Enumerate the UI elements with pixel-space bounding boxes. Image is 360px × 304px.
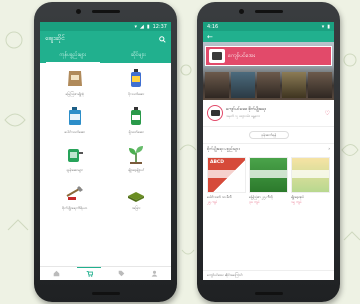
category-label: မြေဩဇာမျိုးစုံ [65, 92, 84, 96]
shop-signboard: ကျော်ပင်အေး [205, 46, 332, 66]
product-list: ABCD ပေါင်းသတ် ၁၀ မီလီ ၂၅ ကျပ် မြေဩဇာ ၂၅… [203, 154, 334, 208]
left-screen: ▾ ◢ ▮ 12:37 ဈေးဆိုင် ကုန်ပစ္စည်းများ ဆို… [40, 22, 171, 280]
cart-icon [86, 270, 93, 277]
front-camera [76, 9, 81, 14]
shop-banner-photo: ကျော်ပင်အေး [203, 42, 334, 100]
shop-avatar [207, 105, 223, 121]
category-pesticide[interactable]: ပိုးသတ်ဆေး [106, 68, 168, 106]
right-screen: 4:16 ▾ ▮ ← ကျော်ပင်အေး ကျော်ပင်အေး စိုက်… [203, 22, 334, 280]
products-section-header: စိုက်ပျိုးရေး ပစ္စည်းများ › [203, 143, 334, 154]
tab-label: ဆိုင်များ [130, 51, 146, 58]
shop-address: အမှတ် ၁၂ ဈေးလမ်း၊ မန္တလေး [226, 114, 261, 118]
fertilizer-bag-icon [67, 71, 82, 86]
app-bar: ← [203, 31, 334, 42]
product-price: ၁၅ ကျပ် [291, 200, 302, 204]
left-phone: ▾ ◢ ▮ 12:37 ဈေးဆိုင် ကုန်ပစ္စည်းများ ဆို… [34, 2, 177, 302]
bottom-nav [40, 266, 171, 280]
heart-icon[interactable]: ♡ [325, 110, 330, 117]
product-image [291, 157, 330, 193]
nav-shop[interactable] [77, 266, 102, 280]
product-image: ABCD [207, 157, 246, 193]
home-icon [53, 270, 60, 277]
category-herbicide[interactable]: ပေါင်းသတ်ဆေး [44, 106, 106, 144]
category-grid: မြေဩဇာမျိုးစုံ ပိုးသတ်ဆေး ပေါင်းသတ်ဆေး မ… [40, 63, 171, 220]
tab-label: ကုန်ပစ္စည်းများ [59, 51, 86, 58]
category-label: ပေါင်းသတ်ဆေး [64, 130, 86, 134]
section-title: စိုက်ပျိုးရေး ပစ္စည်းများ [207, 146, 240, 151]
battery-icon: ▮ [327, 23, 330, 30]
back-arrow-icon[interactable]: ← [207, 33, 213, 41]
profile-icon [151, 270, 158, 277]
tab-products[interactable]: ကုန်ပစ္စည်းများ [40, 47, 106, 63]
nav-home[interactable] [48, 268, 64, 280]
category-label: ပိုးသတ်ဆေး [128, 92, 145, 96]
other-package-icon [128, 192, 145, 202]
status-bar: ▾ ◢ ▮ 12:37 [40, 22, 171, 31]
seedling-icon [129, 146, 144, 164]
product-price: ၂၅ ကျပ် [207, 200, 218, 204]
product-card[interactable]: ABCD ပေါင်းသတ် ၁၀ မီလီ ၂၅ ကျပ် [207, 157, 246, 205]
product-brand: ABCD [210, 160, 224, 165]
shop-sign-text: ကျော်ပင်အေး [228, 53, 255, 59]
shop-about-link[interactable]: ကျော်ပင်အေး ဆိုင်အကြောင်း [203, 270, 334, 280]
store-shelves [203, 70, 334, 100]
product-price: ၃၀ ကျပ် [249, 200, 260, 204]
category-fertilizer[interactable]: မြေဩဇာမျိုးစုံ [44, 68, 106, 106]
wifi-icon: ▾ [321, 23, 325, 30]
product-image [249, 157, 288, 193]
shop-info: ကျော်ပင်အေး စိုက်ပျိုးရေး အမှတ် ၁၂ ဈေးလမ… [203, 100, 334, 127]
category-seeds[interactable]: မျိုးစေ့မျိုးပင် [106, 144, 168, 182]
call-shop-button[interactable]: ဖုန်းဆက်ရန် [248, 131, 289, 139]
category-sprayer[interactable]: ဖျန်းဆေးများ [44, 144, 106, 182]
farm-tool-icon [66, 186, 83, 200]
earpiece [91, 10, 120, 13]
nav-deals[interactable] [114, 268, 130, 280]
shop-name: ကျော်ပင်အေး စိုက်ပျိုးရေး [226, 107, 266, 112]
category-label: စိုက်ပျိုးရေးကိရိယာ [62, 206, 88, 210]
category-label: မှိုသတ်ဆေး [128, 130, 144, 134]
chevron-right-icon[interactable]: › [328, 146, 330, 152]
tag-icon [119, 270, 125, 277]
tab-shops[interactable]: ဆိုင်များ [106, 47, 172, 63]
category-other[interactable]: အခြား [106, 182, 168, 220]
shop-logo [209, 49, 225, 63]
status-bar: 4:16 ▾ ▮ [203, 22, 334, 31]
right-phone: 4:16 ▾ ▮ ← ကျော်ပင်အေး ကျော်ပင်အေး စိုက်… [197, 2, 340, 302]
category-tools[interactable]: စိုက်ပျိုးရေးကိရိယာ [44, 182, 106, 220]
category-fungicide[interactable]: မှိုသတ်ဆေး [106, 106, 168, 144]
sprayer-tank-icon [67, 149, 83, 162]
tab-bar: ကုန်ပစ္စည်းများ ဆိုင်များ [40, 47, 171, 63]
app-bar: ဈေးဆိုင် [40, 31, 171, 47]
product-card[interactable]: မျိုးစေ့ထုပ် ၁၅ ကျပ် [291, 157, 330, 205]
wifi-icon: ▾ [134, 23, 137, 30]
product-card[interactable]: မြေဩဇာ ၂၅ ကီလို ၃၀ ကျပ် [249, 157, 288, 205]
category-label: အခြား [132, 206, 141, 210]
bottom-speaker [254, 292, 283, 295]
earpiece [254, 10, 283, 13]
herbicide-can-icon [68, 107, 81, 125]
category-label: ဖျန်းဆေးများ [66, 168, 84, 172]
status-time: 4:16 [207, 23, 219, 30]
battery-icon: ▮ [146, 23, 150, 30]
search-icon[interactable] [159, 35, 166, 43]
category-label: မျိုးစေ့မျိုးပင် [128, 168, 145, 172]
signal-icon: ◢ [139, 23, 144, 30]
fungicide-bottle-icon [131, 107, 142, 125]
front-camera [239, 9, 244, 14]
status-time: 12:37 [152, 23, 167, 30]
page-title: ဈေးဆိုင် [45, 34, 65, 42]
bottom-speaker [91, 292, 120, 295]
nav-profile[interactable] [147, 268, 163, 280]
pesticide-bottle-icon [131, 69, 142, 87]
